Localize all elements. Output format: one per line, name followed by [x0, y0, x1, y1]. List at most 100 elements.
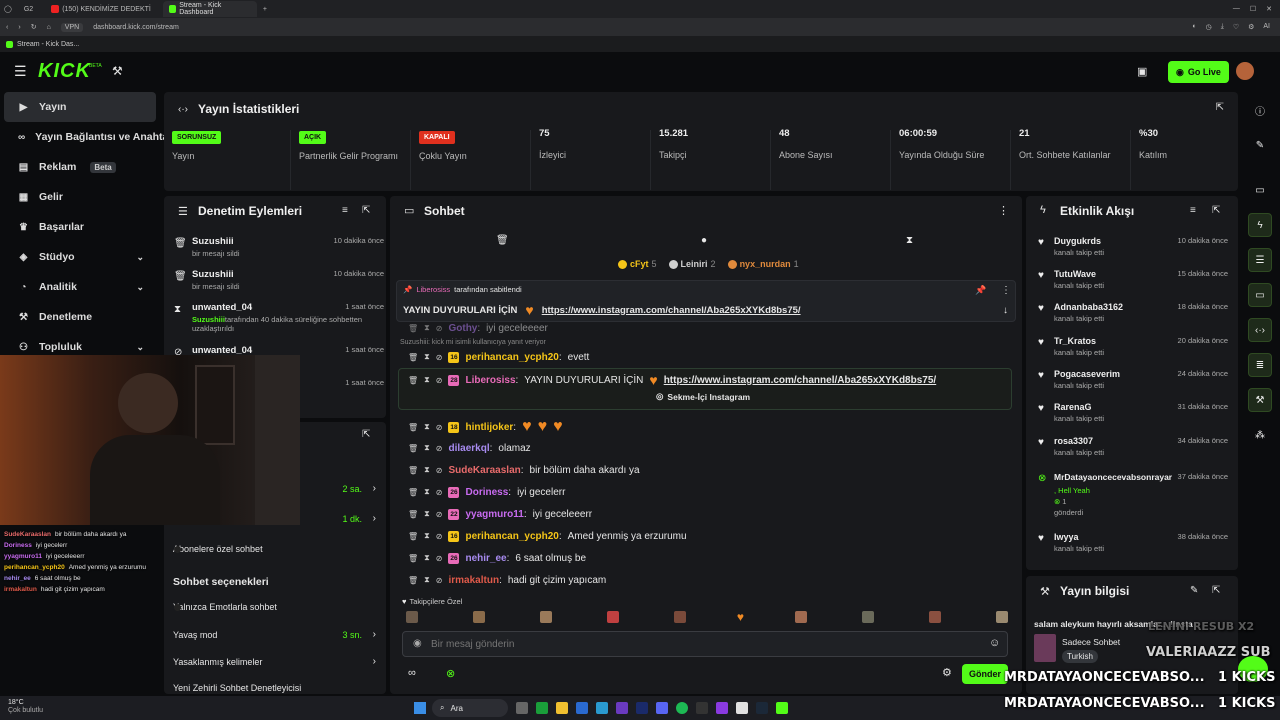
edit-icon[interactable]: ✎	[1190, 585, 1198, 596]
server-icon[interactable]: ≣	[1248, 353, 1272, 377]
sidebar-item[interactable]: ◔ Analitik ⌄	[4, 272, 156, 302]
activity-item[interactable]: ♥ Tr_Kratos kanalı takip etti 20 dakika önc…	[1038, 336, 1228, 357]
store-icon[interactable]	[576, 702, 588, 714]
sidebar-item[interactable]: ◈ Stüdyo ⌄	[4, 242, 156, 272]
maximize-icon[interactable]: ☐	[1250, 5, 1256, 13]
delete-message-icon[interactable]: 🗑	[408, 576, 418, 585]
chat-message[interactable]: 🗑 ⧗ ⊘ 16 perihancan_ycph20: evett	[408, 349, 589, 365]
discord-icon[interactable]	[656, 702, 668, 714]
history-icon[interactable]: ◷	[1206, 23, 1212, 31]
filter-icon[interactable]: ≡	[342, 205, 348, 216]
activity-item[interactable]: ♥ RarenaG kanalı takip etti 31 dakika önce	[1038, 402, 1228, 423]
activity-item[interactable]: ♥ rosa3307 kanalı takip etti 34 dakika önce	[1038, 436, 1228, 457]
chat-username[interactable]: nehir_ee	[465, 553, 506, 564]
app-icon[interactable]	[736, 702, 748, 714]
back-icon[interactable]: ‹	[6, 24, 8, 31]
sidebar-item[interactable]: ∞ Yayın Bağlantısı ve Anahtar	[4, 122, 172, 152]
weather-widget[interactable]: 18°C Çok bulutlu	[8, 699, 43, 715]
activity-item[interactable]: ♥ Adnanbaba3162 kanalı takip etti 18 dakika…	[1038, 302, 1228, 323]
ban-icon[interactable]: ⊘	[436, 510, 443, 519]
url-field[interactable]: dashboard.kick.com/stream	[93, 24, 179, 31]
delete-message-icon[interactable]: 🗑	[408, 376, 418, 385]
chat-username[interactable]: Liberosiss	[465, 375, 515, 386]
browser-tab-3[interactable]: Stream - Kick Dashboard	[162, 1, 257, 17]
steam-icon[interactable]	[756, 702, 768, 714]
moderation-item[interactable]: ⧗ unwanted_04 Suzushiiitarafından 40 dakik…	[174, 302, 384, 333]
delete-message-icon[interactable]: 🗑	[408, 444, 418, 453]
timeout-icon[interactable]: ⧗	[424, 443, 430, 453]
emote-icon[interactable]	[539, 611, 552, 623]
delete-message-icon[interactable]: 🗑	[408, 324, 418, 333]
forward-icon[interactable]: ›	[18, 24, 20, 31]
chat-username[interactable]: yyagmuro11	[465, 509, 523, 520]
toxic-moderator-row[interactable]: Yeni Zehirli Sohbet Denetleyicisi	[172, 681, 378, 694]
chat-username[interactable]: Doriness	[465, 487, 508, 498]
chat-filter-icon[interactable]: ●	[701, 235, 707, 246]
activity-item[interactable]: ♥ TutuWave kanalı takip etti 15 dakika önce	[1038, 269, 1228, 290]
chat-bubble-icon[interactable]: ▭	[1248, 283, 1272, 307]
emote-icon[interactable]	[673, 611, 686, 623]
kick-logo[interactable]: KICK	[38, 60, 91, 83]
sidebar-item[interactable]: ▦ Gelir	[4, 182, 156, 212]
ban-icon[interactable]: ⊘	[436, 576, 443, 585]
popout-icon[interactable]: ⇱	[362, 205, 370, 216]
chat-settings-gear-icon[interactable]: ⚙	[942, 666, 952, 679]
new-tab-button[interactable]: +	[263, 6, 267, 13]
sidebar-item[interactable]: ♛ Başarılar	[4, 212, 156, 242]
activity-item[interactable]: ♥ Duygukrds kanalı takip etti 10 dakika önc…	[1038, 236, 1228, 257]
emote-icon[interactable]	[606, 611, 619, 623]
emote-icon[interactable]	[406, 611, 418, 623]
emote-icon[interactable]	[995, 611, 1008, 623]
chat-username[interactable]: Gothy	[448, 323, 477, 334]
xbox-icon[interactable]	[536, 702, 548, 714]
timeout-icon[interactable]: ⧗	[424, 375, 430, 385]
chat-message[interactable]: 🗑 ⧗ ⊘ 16 perihancan_ycph20: Amed yenmiş ya er…	[408, 528, 687, 544]
obs-icon[interactable]	[696, 702, 708, 714]
chat-username[interactable]: dilaerkql	[448, 443, 489, 454]
heart-icon[interactable]: ♡	[1233, 23, 1239, 31]
edge-icon[interactable]	[596, 702, 608, 714]
instagram-embed[interactable]: ◎ Sekme-İçi Instagram	[656, 391, 750, 402]
home-icon[interactable]: ⌂	[47, 24, 51, 31]
sidebar-item[interactable]: ▶ Yayın	[4, 92, 156, 122]
delete-message-icon[interactable]: 🗑	[408, 423, 418, 432]
moderation-item[interactable]: 🗑 Suzushiii bir mesajı sildi 10 dakika önce	[174, 269, 384, 291]
emoji-icon[interactable]: ☺	[989, 637, 1000, 649]
banned-words-row[interactable]: Yasaklanmış kelimeler ›	[172, 655, 378, 671]
chat-username[interactable]: irmakaltun	[448, 575, 499, 586]
close-icon[interactable]: ✕	[1266, 5, 1272, 13]
timeout-icon[interactable]: ⧗	[424, 575, 430, 585]
chat-message[interactable]: 🗑 ⧗ ⊘ 26 Doriness: iyi gecelerr	[408, 484, 565, 500]
list-icon[interactable]: ☰	[1248, 248, 1272, 272]
browser-tab-2[interactable]: (150) KENDİMİZE DEDEKTİ	[45, 1, 157, 17]
spotify-icon[interactable]	[676, 702, 688, 714]
ban-icon[interactable]: ⊘	[436, 444, 443, 453]
ban-icon[interactable]: ⊘	[436, 466, 443, 475]
popout-icon[interactable]: ⇱	[362, 429, 370, 440]
reload-icon[interactable]: ↻	[31, 23, 37, 31]
chat-message[interactable]: 🗑 ⧗ ⊘ 18 hintlijoker: ♥ ♥ ♥	[408, 418, 563, 435]
emote-icon[interactable]	[795, 611, 808, 623]
delete-message-icon[interactable]: 🗑	[408, 532, 418, 541]
chat-message[interactable]: 🗑 ⧗ ⊘ 22 yyagmuro11: iyi geceleeerr	[408, 506, 592, 522]
chat-username[interactable]: perihancan_ycph20	[465, 352, 558, 363]
taskbar-search[interactable]: ⌕ Ara	[432, 699, 508, 717]
chat-message[interactable]: 🗑 ⧗ ⊘ 26 nehir_ee:6 saat olmuş be	[408, 550, 586, 566]
app-icon[interactable]	[716, 702, 728, 714]
delete-message-icon[interactable]: 🗑	[408, 488, 418, 497]
popout-icon[interactable]: ⇱	[1212, 585, 1220, 596]
chat-message[interactable]: 🗑 ⧗ ⊘ Gothy: iyi geceleeeer	[408, 320, 548, 336]
bookmark-item[interactable]: Stream - Kick Das...	[17, 41, 79, 48]
hourglass-icon[interactable]: ⧗	[906, 235, 913, 246]
kick-app-icon[interactable]	[776, 702, 788, 714]
delete-message-icon[interactable]: 🗑	[408, 353, 418, 362]
chat-username[interactable]: hintlijoker	[465, 422, 513, 433]
emote-icon[interactable]	[929, 611, 941, 623]
timeout-icon[interactable]: ⧗	[424, 553, 430, 563]
ban-icon[interactable]: ⊘	[436, 376, 443, 385]
slow-mode-row[interactable]: Yavaş mod 3 sn. ›	[172, 628, 378, 644]
vpn-badge[interactable]: VPN	[60, 22, 84, 32]
send-button[interactable]: Gönder	[962, 664, 1008, 684]
app-icon[interactable]	[616, 702, 628, 714]
emote-icon[interactable]	[472, 611, 485, 623]
